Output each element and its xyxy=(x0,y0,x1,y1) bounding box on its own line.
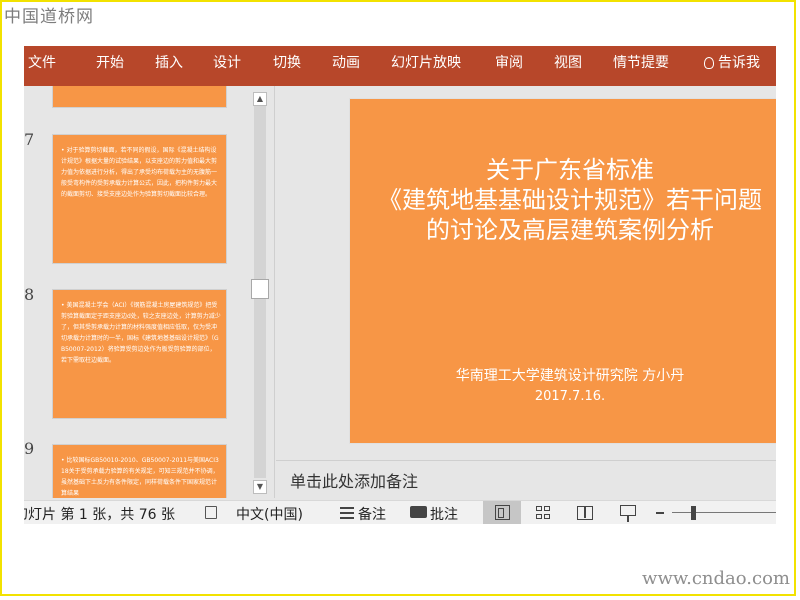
notes-divider[interactable] xyxy=(276,460,776,461)
comment-icon[interactable] xyxy=(410,506,427,518)
scrollbar-thumb[interactable] xyxy=(251,279,269,299)
zoom-out-icon[interactable] xyxy=(656,512,664,514)
slide-thumbnail-9[interactable]: 比较国标GB50010-2010、GB50007-2011与美国ACI318关于… xyxy=(52,444,227,498)
tab-home[interactable]: 开始 xyxy=(96,52,124,72)
slide-number: 8 xyxy=(24,285,35,304)
slide-date[interactable]: 2017.7.16. xyxy=(350,389,776,404)
slide-thumbnail-8[interactable]: 美国混凝土学会（ACI）《钢筋混凝土房屋建筑规范》把受剪验算截面定于距支座边d处… xyxy=(52,289,227,419)
watermark-top: 中国道桥网 xyxy=(4,7,94,27)
slide-sorter-button[interactable] xyxy=(524,501,562,524)
current-slide[interactable]: 关于广东省标准 《建筑地基基础设计规范》若干问题 的讨论及高层建筑案例分析 华南… xyxy=(349,98,776,444)
tab-file[interactable]: 文件 xyxy=(28,52,56,72)
comments-button[interactable]: 批注 xyxy=(430,504,458,524)
reading-view-icon xyxy=(577,506,593,520)
slide-sorter-icon xyxy=(536,506,551,520)
slide-count: 幻灯片 第 1 张，共 76 张 xyxy=(24,507,175,523)
watermark-bottom: www.cndao.com xyxy=(642,568,790,589)
tab-slideshow[interactable]: 幻灯片放映 xyxy=(391,52,461,72)
pane-divider[interactable] xyxy=(274,86,275,498)
thumbnail-text: 美国混凝土学会（ACI）《钢筋混凝土房屋建筑规范》把受剪验算截面定于距支座边d处… xyxy=(61,300,221,366)
tab-insert[interactable]: 插入 xyxy=(155,52,183,72)
scroll-up-icon[interactable]: ▲ xyxy=(253,92,267,106)
slide-thumbnail-7[interactable]: 对于验算剪切截面，若不同的假设，国际《混凝土结构设计规范》根据大量的试验结果，以… xyxy=(52,134,227,264)
tell-me-label: 告诉我 xyxy=(718,55,760,71)
thumbnail-scrollbar[interactable]: ▲ ▼ xyxy=(250,86,270,498)
scroll-down-icon[interactable]: ▼ xyxy=(253,480,267,494)
tab-transitions[interactable]: 切换 xyxy=(273,52,301,72)
tab-design[interactable]: 设计 xyxy=(213,52,241,72)
tab-storyboard[interactable]: 情节提要 xyxy=(613,52,669,72)
tab-view[interactable]: 视图 xyxy=(554,52,582,72)
notes-icon[interactable] xyxy=(340,507,354,519)
language-indicator[interactable]: 中文(中国) xyxy=(236,504,303,524)
thumbnail-text: 对于验算剪切截面，若不同的假设，国际《混凝土结构设计规范》根据大量的试验结果，以… xyxy=(61,145,221,200)
normal-view-button[interactable] xyxy=(483,501,521,524)
ribbon-tabs: 文件 开始 插入 设计 切换 动画 幻灯片放映 审阅 视图 情节提要 告诉我 xyxy=(24,46,776,86)
reading-view-button[interactable] xyxy=(566,501,604,524)
notes-placeholder[interactable]: 单击此处添加备注 xyxy=(290,468,418,492)
thumbnail-text: 比较国标GB50010-2010、GB50007-2011与美国ACI318关于… xyxy=(61,455,221,498)
lightbulb-icon xyxy=(704,57,714,69)
status-bar: 幻灯片 第 1 张，共 76 张 中文(中国) 备注 批注 xyxy=(24,500,776,524)
slide-author[interactable]: 华南理工大学建筑设计研究院 方小丹 xyxy=(350,365,776,385)
powerpoint-window: 文件 开始 插入 设计 切换 动画 幻灯片放映 审阅 视图 情节提要 告诉我 7… xyxy=(24,46,776,524)
slideshow-icon xyxy=(620,505,636,522)
spellcheck-icon[interactable] xyxy=(205,506,217,519)
zoom-slider[interactable] xyxy=(672,512,776,513)
slide-thumbnail-6[interactable] xyxy=(52,86,227,108)
normal-view-icon xyxy=(495,505,510,520)
zoom-slider-handle[interactable] xyxy=(690,506,696,520)
slideshow-button[interactable] xyxy=(609,501,647,524)
slide-title-line: 的讨论及高层建筑案例分析 xyxy=(426,216,714,244)
slide-thumbnail-pane: 7 对于验算剪切截面，若不同的假设，国际《混凝土结构设计规范》根据大量的试验结果… xyxy=(24,86,273,498)
slide-title[interactable]: 关于广东省标准 《建筑地基基础设计规范》若干问题 的讨论及高层建筑案例分析 xyxy=(350,155,776,245)
notes-button[interactable]: 备注 xyxy=(358,504,386,524)
slide-title-line: 关于广东省标准 xyxy=(486,156,654,184)
slide-number: 7 xyxy=(24,130,35,149)
tell-me-search[interactable]: 告诉我 xyxy=(704,52,760,72)
slide-number: 9 xyxy=(24,439,35,458)
tab-review[interactable]: 审阅 xyxy=(495,52,523,72)
slide-title-line: 《建筑地基基础设计规范》若干问题 xyxy=(378,186,762,214)
tab-animations[interactable]: 动画 xyxy=(332,52,360,72)
